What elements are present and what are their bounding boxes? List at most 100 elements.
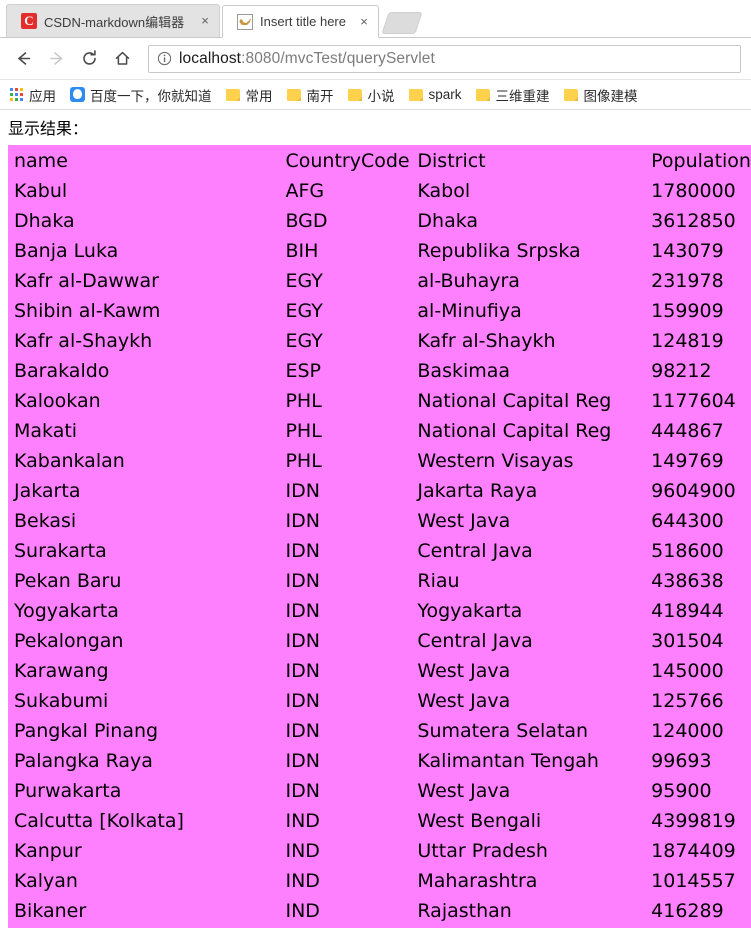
info-circle-icon[interactable]	[157, 51, 172, 66]
table-row: Kanpur IND Uttar Pradesh 1874409	[8, 836, 751, 866]
table-cell: ESP	[285, 360, 321, 382]
table-cell: Karawang	[14, 660, 109, 682]
tab-close-icon[interactable]: ×	[356, 14, 372, 30]
table-cell: IDN	[285, 510, 320, 532]
table-cell: IDN	[285, 750, 320, 772]
table-cell: IND	[285, 840, 320, 862]
table-cell: Kabol	[417, 180, 471, 202]
table-cell: Maharashtra	[417, 870, 538, 892]
new-tab-button[interactable]	[381, 12, 423, 34]
table-head: name CountryCode District Population	[8, 146, 751, 176]
table-cell: Palangka Raya	[14, 750, 153, 772]
tab-title: Insert title here	[260, 14, 346, 29]
table-cell: 98212	[651, 360, 712, 382]
table-row: Kafr al-Shaykh EGY Kafr al-Shaykh 124819	[8, 326, 751, 356]
table-cell: 3612850	[651, 210, 736, 232]
table-cell: al-Buhayra	[417, 270, 520, 292]
table-cell: National Capital Reg	[417, 420, 612, 442]
table-cell: West Java	[417, 660, 511, 682]
table-cell: Kafr al-Dawwar	[14, 270, 159, 292]
table-cell: Pekalongan	[14, 630, 124, 652]
bookmark-apps[interactable]: 应用	[8, 84, 56, 106]
table-row: Sukabumi IDN West Java 125766	[8, 686, 751, 716]
column-header-name: name	[14, 150, 68, 172]
table-cell: EGY	[285, 270, 323, 292]
table-cell: 1014557	[651, 870, 736, 892]
table-row: Bikaner IND Rajasthan 416289	[8, 896, 751, 926]
table-cell: National Capital Reg	[417, 390, 612, 412]
table-cell: West Java	[417, 690, 511, 712]
table-cell: 124819	[651, 330, 724, 352]
column-header-district: District	[417, 150, 486, 172]
folder-icon	[408, 87, 424, 103]
table-row: Pangkal Pinang IDN Sumatera Selatan 124000	[8, 716, 751, 746]
table-cell: 1177604	[651, 390, 736, 412]
tab-close-icon[interactable]: ×	[197, 13, 213, 29]
table-cell: Makati	[14, 420, 78, 442]
table-row: Kalookan PHL National Capital Reg 1177604	[8, 386, 751, 416]
table-cell: IDN	[285, 600, 320, 622]
table-cell: Dhaka	[14, 210, 75, 232]
table-row: Pekalongan IDN Central Java 301504	[8, 626, 751, 656]
url-path: :8080/mvcTest/queryServlet	[241, 49, 435, 67]
table-row: Kabankalan PHL Western Visayas 149769	[8, 446, 751, 476]
tab-csdn-markdown[interactable]: C CSDN-markdown编辑器 ×	[6, 4, 220, 37]
bookmark-folder-spark[interactable]: spark	[408, 84, 462, 106]
table-cell: 125766	[651, 690, 724, 712]
table-cell: 143079	[651, 240, 724, 262]
csdn-icon: C	[21, 13, 37, 29]
table-cell: IDN	[285, 690, 320, 712]
folder-icon	[475, 87, 491, 103]
column-header-countrycode: CountryCode	[285, 150, 410, 172]
table-row: Purwakarta IDN West Java 95900	[8, 776, 751, 806]
reload-icon[interactable]	[74, 44, 104, 74]
table-cell: EGY	[285, 330, 323, 352]
table-cell: Rajasthan	[417, 900, 512, 922]
table-cell: IDN	[285, 570, 320, 592]
page-title: 显示结果：	[8, 119, 89, 138]
table-row: Jakarta IDN Jakarta Raya 9604900	[8, 476, 751, 506]
table-cell: West Java	[417, 780, 511, 802]
bookmark-folder-image-modeling[interactable]: 图像建模	[563, 84, 638, 106]
bookmark-folder-xiaoshuo[interactable]: 小说	[347, 84, 395, 106]
table-cell: Kafr al-Shaykh	[417, 330, 556, 352]
address-bar[interactable]: localhost:8080/mvcTest/queryServlet	[148, 44, 741, 73]
table-cell: 149769	[651, 450, 724, 472]
table-cell: IDN	[285, 540, 320, 562]
table-cell: IND	[285, 810, 320, 832]
table-cell: 1874409	[651, 840, 736, 862]
bookmark-label: 常用	[245, 88, 273, 104]
table-cell: BIH	[285, 240, 319, 262]
table-row: Pekan Baru IDN Riau 438638	[8, 566, 751, 596]
table-cell: Sumatera Selatan	[417, 720, 589, 742]
home-icon[interactable]	[107, 44, 137, 74]
bookmark-folder-changyong[interactable]: 常用	[225, 84, 273, 106]
table-cell: BGD	[285, 210, 328, 232]
table-cell: Yogyakarta	[417, 600, 523, 622]
table-cell: 231978	[651, 270, 724, 292]
back-arrow-icon[interactable]	[8, 44, 38, 74]
bookmark-folder-nankai[interactable]: 南开	[286, 84, 334, 106]
table-cell: Kalyan	[14, 870, 78, 892]
bookmark-baidu[interactable]: 百度一下，你就知道	[69, 84, 212, 106]
table-cell: Calcutta [Kolkata]	[14, 810, 184, 832]
folder-icon	[225, 87, 241, 103]
table-cell: Jakarta	[14, 480, 81, 502]
table-cell: Central Java	[417, 630, 533, 652]
table-row: Palangka Raya IDN Kalimantan Tengah 99693	[8, 746, 751, 776]
folder-icon	[286, 87, 302, 103]
table-cell: PHL	[285, 420, 322, 442]
table-cell: 159909	[651, 300, 724, 322]
bookmark-label: 小说	[367, 88, 395, 104]
table-cell: IDN	[285, 480, 320, 502]
tab-insert-title-here[interactable]: Insert title here ×	[222, 5, 379, 38]
table-cell: 418944	[651, 600, 724, 622]
table-row: Yogyakarta IDN Yogyakarta 418944	[8, 596, 751, 626]
table-cell: 518600	[651, 540, 724, 562]
table-cell: Kabul	[14, 180, 68, 202]
results-table-container: name CountryCode District Population Kabul A…	[8, 145, 751, 928]
bookmark-folder-3d-reconstruction[interactable]: 三维重建	[475, 84, 550, 106]
url-host: localhost	[179, 49, 242, 67]
table-cell: PHL	[285, 450, 322, 472]
table-cell: Kafr al-Shaykh	[14, 330, 153, 352]
